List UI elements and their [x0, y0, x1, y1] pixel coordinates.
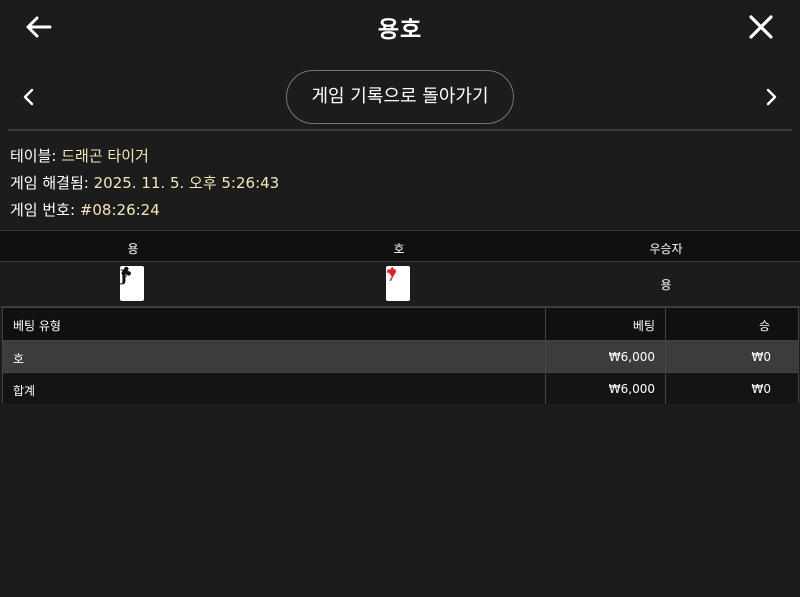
table-value: 드래곤 타이거: [61, 147, 149, 165]
win-amount-cell: ₩0: [751, 350, 772, 364]
bet-header-row: 베팅 유형 베팅 승: [3, 308, 798, 340]
game-number-label: 게임 번호:: [10, 201, 76, 219]
bet-type-cell: 합계: [13, 384, 36, 398]
diamond-suit-icon: ♦: [386, 265, 399, 281]
game-number-value: #08:26:24: [79, 201, 160, 219]
result-header-row: 용 호 우승자: [0, 230, 800, 262]
game-info: 테이블: 드래곤 타이거 게임 해결됨: 2025. 11. 5. 오후 5:2…: [10, 143, 279, 224]
win-amount-header: 승: [758, 319, 770, 333]
result-header-tiger: 호: [393, 242, 405, 256]
bet-amount-cell: ₩6,000: [608, 350, 655, 364]
table-info-line: 테이블: 드래곤 타이거: [10, 143, 279, 170]
divider: [8, 129, 792, 131]
chevron-left-icon[interactable]: [18, 86, 40, 108]
win-amount-cell: ₩0: [751, 382, 772, 396]
bet-amount-cell: ₩6,000: [608, 382, 655, 396]
winner-value: 용: [660, 278, 672, 292]
table-label: 테이블:: [10, 147, 57, 165]
dragon-card: J ♣: [120, 266, 144, 301]
bet-type-header: 베팅 유형: [13, 319, 61, 333]
page-title: 용호: [377, 17, 423, 43]
chevron-right-icon[interactable]: [760, 86, 782, 108]
tiger-card: 7 ♦: [386, 266, 410, 301]
header: 용호: [0, 0, 800, 55]
back-to-history-button[interactable]: 게임 기록으로 돌아가기: [286, 70, 514, 124]
table-row-total: 합계 ₩6,000 ₩0: [3, 372, 798, 404]
resolved-info-line: 게임 해결됨: 2025. 11. 5. 오후 5:26:43: [10, 170, 279, 197]
resolved-value: 2025. 11. 5. 오후 5:26:43: [93, 174, 280, 192]
result-table: 용 호 우승자 J ♣ 7 ♦ 용: [0, 230, 800, 307]
game-number-line: 게임 번호: #08:26:24: [10, 197, 279, 224]
result-row: J ♣ 7 ♦ 용: [0, 262, 800, 307]
result-header-winner: 우승자: [649, 242, 683, 256]
bet-type-cell: 호: [13, 352, 25, 366]
resolved-label: 게임 해결됨:: [10, 174, 89, 192]
bet-amount-header: 베팅: [632, 319, 655, 333]
bet-table: 베팅 유형 베팅 승 호 ₩6,000 ₩0 합계 ₩6,000 ₩0: [2, 307, 799, 404]
result-header-dragon: 용: [127, 242, 139, 256]
close-icon[interactable]: [746, 12, 776, 42]
club-suit-icon: ♣: [120, 265, 133, 281]
game-navigation: 게임 기록으로 돌아가기: [0, 68, 800, 126]
table-row: 호 ₩6,000 ₩0: [3, 340, 798, 372]
